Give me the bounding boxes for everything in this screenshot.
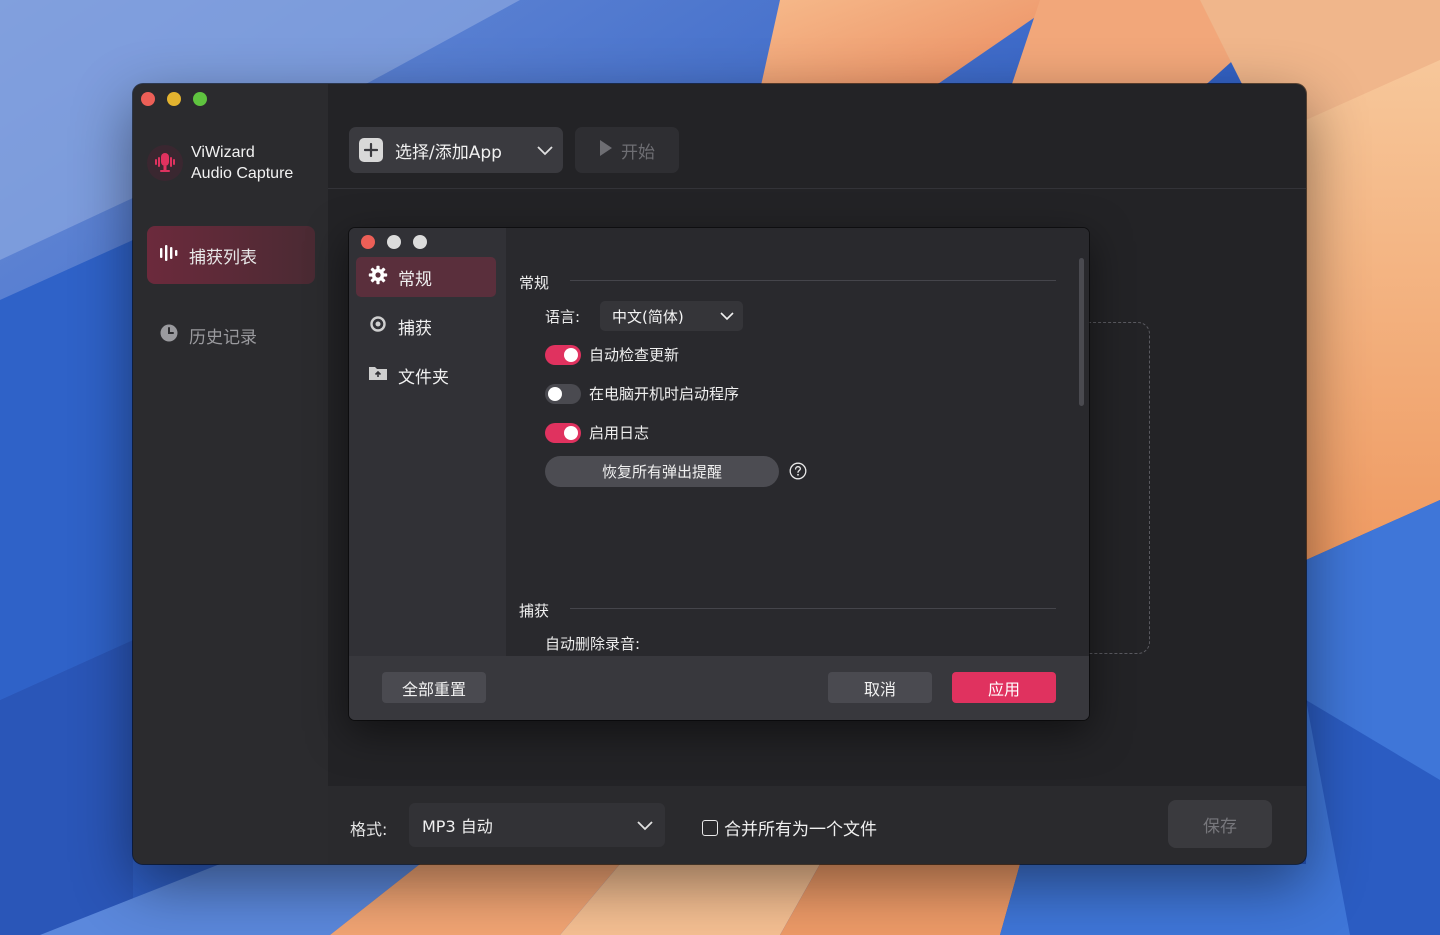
- add-app-label: 选择/添加App: [395, 142, 502, 163]
- format-label: 格式:: [350, 820, 388, 839]
- capture-icon: [368, 314, 388, 339]
- section-divider: [570, 280, 1056, 281]
- enable-log-label: 启用日志: [589, 424, 650, 442]
- minimize-dialog-button[interactable]: [387, 235, 401, 249]
- language-value: 中文(简体): [612, 307, 684, 326]
- settings-tab-label: 文件夹: [398, 367, 449, 388]
- apply-button[interactable]: 应用: [952, 672, 1056, 703]
- launch-at-startup-row: 在电脑开机时启动程序: [545, 383, 739, 404]
- toolbar-divider: [328, 188, 1306, 189]
- app-name-line2: Audio Capture: [191, 165, 294, 182]
- reset-all-button[interactable]: 全部重置: [382, 672, 486, 703]
- settings-dialog: 常规 捕获 文件夹 常规 语言: 中文(简体) 自动检查更新 在电脑开机时启动程…: [349, 228, 1089, 720]
- merge-files-checkbox[interactable]: 合并所有为一个文件: [702, 815, 877, 840]
- close-dialog-button[interactable]: [361, 235, 375, 249]
- format-value: MP3 自动: [422, 817, 493, 836]
- chevron-down-icon: [719, 308, 735, 328]
- format-select[interactable]: MP3 自动: [409, 803, 665, 847]
- plus-icon: [359, 138, 383, 162]
- zoom-dialog-button[interactable]: [413, 235, 427, 249]
- gear-icon: [368, 265, 388, 290]
- start-button[interactable]: 开始: [575, 127, 679, 173]
- clock-icon: [159, 323, 179, 348]
- play-icon: [599, 139, 613, 162]
- language-select[interactable]: 中文(简体): [600, 301, 743, 331]
- bottom-bar: 格式: MP3 自动 合并所有为一个文件 保存: [328, 786, 1306, 864]
- auto-update-toggle[interactable]: [545, 344, 581, 365]
- section-divider: [570, 608, 1056, 609]
- launch-at-startup-label: 在电脑开机时启动程序: [589, 385, 740, 403]
- app-name: ViWizard Audio Capture: [191, 142, 293, 184]
- app-brand: ViWizard Audio Capture: [147, 142, 293, 184]
- auto-update-row: 自动检查更新: [545, 344, 679, 365]
- auto-update-label: 自动检查更新: [589, 346, 680, 364]
- settings-scrollbar[interactable]: [1079, 258, 1084, 406]
- settings-tab-folder[interactable]: 文件夹: [356, 355, 496, 395]
- sidebar-item-label: 捕获列表: [189, 247, 257, 268]
- sidebar-item-capture-list[interactable]: 捕获列表: [147, 226, 315, 284]
- auto-delete-label: 自动删除录音:: [545, 635, 641, 653]
- section-general-heading: 常规: [519, 274, 550, 292]
- merge-label: 合并所有为一个文件: [724, 820, 877, 840]
- restore-popups-button[interactable]: 恢复所有弹出提醒: [545, 456, 779, 487]
- cancel-button[interactable]: 取消: [828, 672, 932, 703]
- launch-at-startup-toggle[interactable]: [545, 383, 581, 404]
- minimize-window-button[interactable]: [167, 92, 181, 106]
- settings-content: 常规 语言: 中文(简体) 自动检查更新 在电脑开机时启动程序 启用日志 恢复所…: [506, 228, 1089, 656]
- window-controls: [141, 92, 207, 106]
- sidebar-item-history[interactable]: 历史记录: [147, 306, 315, 364]
- chevron-down-icon: [535, 140, 555, 165]
- microphone-logo-icon: [147, 145, 183, 181]
- app-name-line1: ViWizard: [191, 144, 255, 161]
- chevron-down-icon: [635, 815, 655, 839]
- settings-tab-general[interactable]: 常规: [356, 257, 496, 297]
- settings-tab-capture[interactable]: 捕获: [356, 306, 496, 346]
- start-label: 开始: [621, 142, 655, 163]
- settings-footer: 全部重置 取消 应用: [349, 656, 1089, 720]
- settings-tab-label: 捕获: [398, 318, 432, 339]
- settings-tab-label: 常规: [398, 269, 432, 290]
- help-icon[interactable]: [789, 462, 807, 484]
- enable-log-toggle[interactable]: [545, 422, 581, 443]
- add-app-dropdown[interactable]: 选择/添加App: [349, 127, 563, 173]
- folder-icon: [368, 363, 388, 388]
- zoom-window-button[interactable]: [193, 92, 207, 106]
- dialog-window-controls: [361, 235, 427, 249]
- sidebar-item-label: 历史记录: [189, 327, 257, 348]
- settings-sidebar: 常规 捕获 文件夹: [349, 228, 506, 656]
- close-window-button[interactable]: [141, 92, 155, 106]
- enable-log-row: 启用日志: [545, 422, 649, 443]
- checkbox-box[interactable]: [702, 819, 718, 836]
- language-label: 语言:: [545, 308, 581, 326]
- waveform-icon: [159, 243, 179, 268]
- save-button[interactable]: 保存: [1168, 800, 1272, 848]
- section-capture-heading: 捕获: [519, 602, 550, 620]
- sidebar: ViWizard Audio Capture 捕获列表 历史记录: [133, 84, 328, 864]
